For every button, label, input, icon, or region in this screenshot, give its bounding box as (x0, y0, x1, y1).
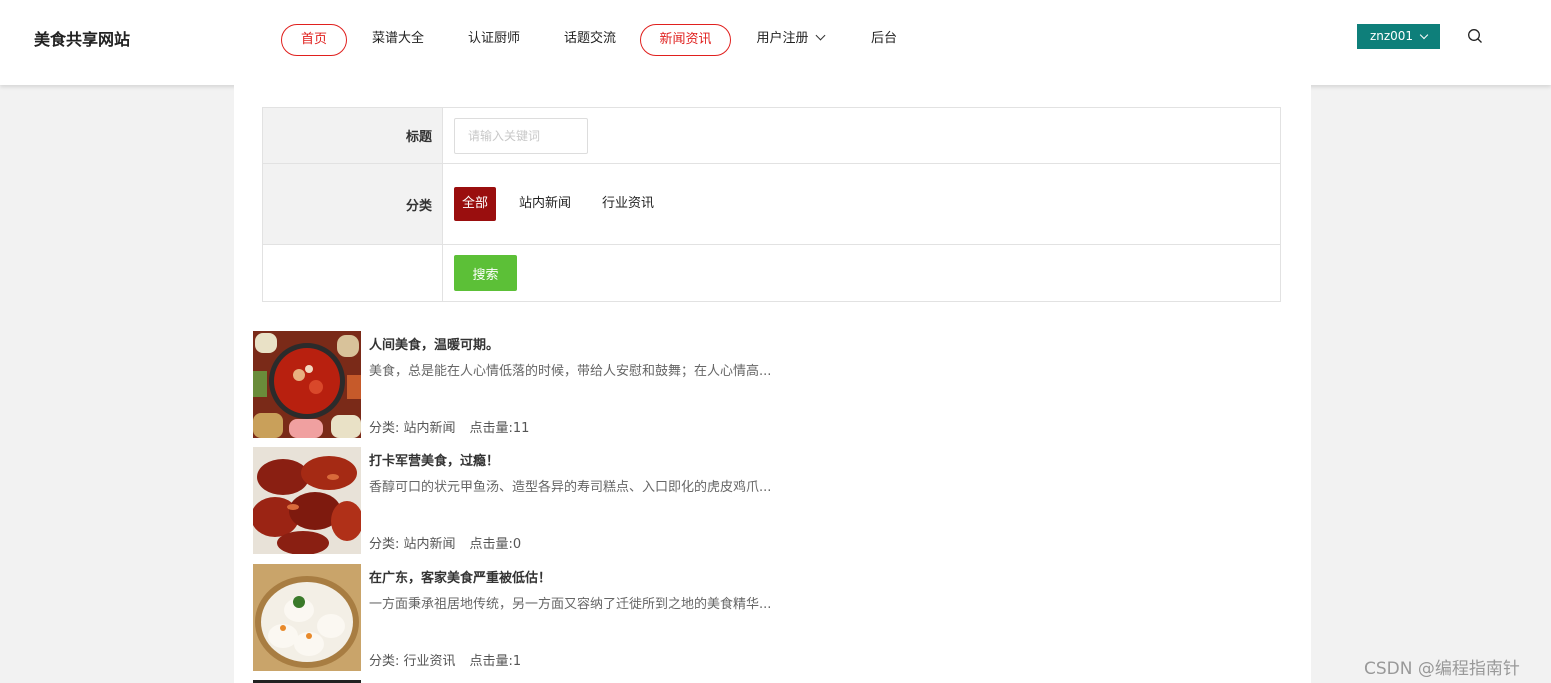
nav-admin[interactable]: 后台 (862, 24, 906, 56)
filter-row-category: 分类 全部 站内新闻 行业资讯 (263, 164, 1280, 245)
news-category: 分类: 站内新闻 (369, 421, 456, 436)
top-header: 美食共享网站 首页 菜谱大全 认证厨师 话题交流 新闻资讯 用户注册 后台 zn… (0, 0, 1551, 85)
main-content: 标题 分类 全部 站内新闻 行业资讯 搜索 (234, 85, 1311, 683)
news-item[interactable]: 在广东，客家美食严重被低估！ 一方面秉承祖居地传统，另一方面又容纳了迁徙所到之地… (253, 564, 793, 672)
news-clicks: 点击量:11 (469, 421, 530, 436)
news-category: 分类: 行业资讯 (369, 654, 456, 669)
chevron-down-icon (815, 30, 825, 41)
news-desc: 一方面秉承祖居地传统，另一方面又容纳了迁徙所到之地的美食精华... (369, 597, 772, 612)
chevron-down-icon (1419, 30, 1429, 40)
username: znz001 (1369, 29, 1414, 43)
filter-row-search: 搜索 (263, 245, 1280, 301)
nav-register[interactable]: 用户注册 (750, 24, 830, 56)
watermark: CSDN @编程指南针 (1364, 659, 1520, 679)
news-category: 分类: 站内新闻 (369, 537, 456, 552)
news-desc: 美食，总是能在人心情低落的时候，带给人安慰和鼓舞；在人心情高... (369, 364, 772, 379)
news-desc: 香醇可口的状元甲鱼汤、造型各异的寿司糕点、入口即化的虎皮鸡爪... (369, 480, 772, 495)
search-button[interactable]: 搜索 (454, 255, 517, 291)
user-menu-button[interactable]: znz001 (1357, 24, 1440, 49)
news-meta: 分类: 行业资讯 点击量:1 (369, 650, 535, 669)
news-title[interactable]: 在广东，客家美食严重被低估！ (369, 567, 551, 586)
keyword-input[interactable] (454, 117, 588, 154)
nav-news[interactable]: 新闻资讯 (640, 24, 731, 56)
category-industry[interactable]: 行业资讯 (602, 187, 654, 221)
filter-row-title: 标题 (263, 108, 1280, 164)
category-site-news[interactable]: 站内新闻 (519, 187, 571, 221)
news-item[interactable]: 打卡军营美食，过瘾！ 香醇可口的状元甲鱼汤、造型各异的寿司糕点、入口即化的虎皮鸡… (253, 447, 793, 555)
nav-chefs[interactable]: 认证厨师 (460, 24, 528, 56)
category-label: 分类 (263, 164, 443, 244)
news-item[interactable]: 人间美食，温暖可期。 美食，总是能在人心情低落的时候，带给人安慰和鼓舞；在人心情… (253, 331, 793, 439)
news-clicks: 点击量:1 (469, 654, 522, 669)
news-meta: 分类: 站内新闻 点击量:0 (369, 533, 535, 552)
title-label: 标题 (263, 108, 443, 163)
news-clicks: 点击量:0 (469, 537, 522, 552)
category-all[interactable]: 全部 (454, 187, 497, 221)
nav-recipes[interactable]: 菜谱大全 (364, 24, 432, 56)
nav-register-label: 用户注册 (756, 31, 809, 46)
search-icon[interactable] (1467, 28, 1483, 44)
site-logo[interactable]: 美食共享网站 (34, 26, 130, 50)
news-thumbnail[interactable] (253, 564, 361, 671)
news-title[interactable]: 打卡军营美食，过瘾！ (369, 450, 499, 469)
news-title[interactable]: 人间美食，温暖可期。 (369, 334, 499, 353)
news-thumbnail[interactable] (253, 447, 361, 554)
nav-topics[interactable]: 话题交流 (556, 24, 624, 56)
filter-table: 标题 分类 全部 站内新闻 行业资讯 搜索 (262, 107, 1281, 302)
news-meta: 分类: 站内新闻 点击量:11 (369, 417, 543, 436)
news-thumbnail[interactable] (253, 331, 361, 438)
nav-home[interactable]: 首页 (281, 24, 347, 56)
